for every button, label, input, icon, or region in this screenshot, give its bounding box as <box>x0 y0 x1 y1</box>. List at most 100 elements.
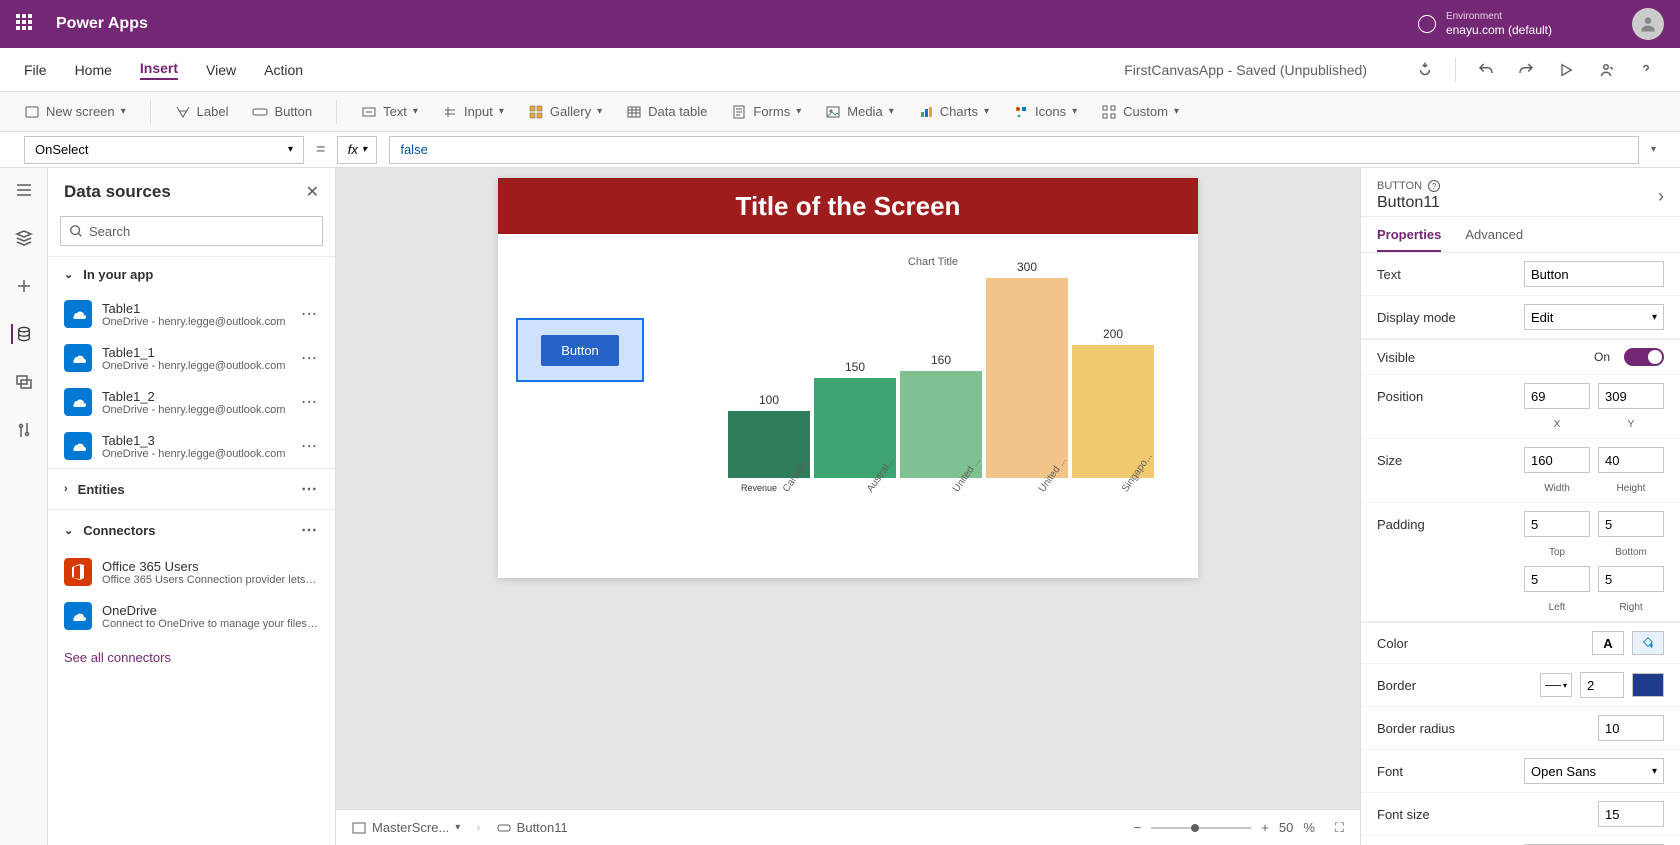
close-icon[interactable]: ✕ <box>306 182 319 202</box>
chevron-right-icon: › <box>64 483 68 495</box>
prop-position-label: Position <box>1377 389 1516 404</box>
onedrive-icon <box>64 344 92 372</box>
more-icon[interactable]: ⋯ <box>301 348 319 368</box>
design-canvas[interactable]: Title of the Screen Button Chart Title R… <box>498 178 1198 578</box>
font-select[interactable]: Open Sans▾ <box>1524 758 1664 784</box>
button-button[interactable]: Button <box>252 104 312 120</box>
formula-input[interactable]: false <box>389 136 1639 164</box>
border-width-input[interactable] <box>1580 672 1624 698</box>
connector-onedrive[interactable]: OneDriveConnect to OneDrive to manage yo… <box>48 594 335 638</box>
bar-chart[interactable]: Chart Title Revenue 100Canada150Austral.… <box>698 256 1168 546</box>
tab-advanced[interactable]: Advanced <box>1465 217 1523 252</box>
forms-button[interactable]: Forms▾ <box>731 104 801 120</box>
panel-expand-icon[interactable]: › <box>1658 186 1664 207</box>
help-icon[interactable]: ? <box>1428 180 1440 192</box>
prop-pos-x[interactable] <box>1524 383 1590 409</box>
formula-expand-icon[interactable]: ▾ <box>1651 144 1656 155</box>
gallery-button[interactable]: Gallery▾ <box>528 104 602 120</box>
play-icon[interactable] <box>1556 60 1576 80</box>
tab-properties[interactable]: Properties <box>1377 217 1441 252</box>
breadcrumb-control[interactable]: Button11 <box>497 820 568 835</box>
more-icon[interactable]: ⋯ <box>301 392 319 412</box>
more-icon[interactable]: ⋯ <box>301 304 319 324</box>
prop-size-w[interactable] <box>1524 447 1590 473</box>
prop-pad-t[interactable] <box>1524 511 1590 537</box>
zoom-out-icon[interactable]: − <box>1134 820 1142 835</box>
menu-file[interactable]: File <box>24 62 47 78</box>
chart-bar: 100Canada <box>728 393 810 514</box>
zoom-in-icon[interactable]: + <box>1261 820 1269 835</box>
prop-pad-r[interactable] <box>1598 566 1664 592</box>
breadcrumb-screen[interactable]: MasterScre...▾ <box>352 820 460 835</box>
tree-view-icon[interactable] <box>14 180 34 200</box>
user-avatar[interactable] <box>1632 8 1664 40</box>
menu-action[interactable]: Action <box>264 62 303 78</box>
insert-icon[interactable] <box>14 228 34 248</box>
font-color-button[interactable]: A <box>1592 631 1624 655</box>
app-name: Power Apps <box>56 15 148 33</box>
menu-view[interactable]: View <box>206 62 236 78</box>
input-button[interactable]: Input▾ <box>442 104 504 120</box>
prop-size-h[interactable] <box>1598 447 1664 473</box>
onedrive-icon <box>64 432 92 460</box>
see-all-connectors[interactable]: See all connectors <box>48 638 335 677</box>
section-connectors[interactable]: ⌄ Connectors ⋯ <box>48 509 335 550</box>
custom-button[interactable]: Custom▾ <box>1101 104 1179 120</box>
data-sources-icon[interactable] <box>11 324 31 344</box>
menu-insert[interactable]: Insert <box>140 60 178 80</box>
connector-office365[interactable]: Office 365 UsersOffice 365 Users Connect… <box>48 550 335 594</box>
prop-pad-l[interactable] <box>1524 566 1590 592</box>
prop-text-input[interactable] <box>1524 261 1664 287</box>
media-pane-icon[interactable] <box>14 372 34 392</box>
section-in-your-app[interactable]: ⌄ In your app <box>48 256 335 292</box>
environment-picker[interactable]: Environment enayu.com (default) <box>1418 11 1552 37</box>
fontsize-input[interactable] <box>1598 801 1664 827</box>
advanced-tools-icon[interactable] <box>14 420 34 440</box>
more-icon[interactable]: ⋯ <box>301 479 319 499</box>
more-icon[interactable]: ⋯ <box>301 436 319 456</box>
undo-icon[interactable] <box>1476 60 1496 80</box>
selected-button-control[interactable]: Button <box>516 318 644 382</box>
border-color-swatch[interactable] <box>1632 673 1664 697</box>
app-header: Power Apps Environment enayu.com (defaul… <box>0 0 1680 48</box>
fill-color-button[interactable] <box>1632 631 1664 655</box>
prop-pos-y[interactable] <box>1598 383 1664 409</box>
datatable-button[interactable]: Data table <box>626 104 707 120</box>
add-data-icon[interactable] <box>14 276 34 296</box>
new-screen-button[interactable]: New screen▾ <box>24 104 126 120</box>
redo-icon[interactable] <box>1516 60 1536 80</box>
environment-label: Environment <box>1446 11 1552 23</box>
prop-visible-toggle[interactable] <box>1624 348 1664 366</box>
search-input[interactable]: Search <box>60 216 323 246</box>
label-button[interactable]: Label <box>175 104 229 120</box>
equals-label: = <box>316 141 325 159</box>
border-radius-input[interactable] <box>1598 715 1664 741</box>
prop-pad-b[interactable] <box>1598 511 1664 537</box>
prop-displaymode-select[interactable]: Edit▾ <box>1524 304 1664 330</box>
data-item-table1[interactable]: Table1OneDrive - henry.legge@outlook.com… <box>48 292 335 336</box>
data-item-table1-3[interactable]: Table1_3OneDrive - henry.legge@outlook.c… <box>48 424 335 468</box>
border-style-select[interactable]: ▾ <box>1540 673 1572 697</box>
menubar: File Home Insert View Action FirstCanvas… <box>0 48 1680 92</box>
app-launcher-icon[interactable] <box>16 14 36 34</box>
text-button[interactable]: Text▾ <box>361 104 418 120</box>
data-item-table1-2[interactable]: Table1_2OneDrive - henry.legge@outlook.c… <box>48 380 335 424</box>
icons-button[interactable]: Icons▾ <box>1013 104 1077 120</box>
menu-home[interactable]: Home <box>75 62 112 78</box>
charts-button[interactable]: Charts▾ <box>918 104 989 120</box>
fit-screen-icon[interactable]: ⛶ <box>1335 820 1344 836</box>
media-button[interactable]: Media▾ <box>825 104 893 120</box>
more-icon[interactable]: ⋯ <box>301 520 319 540</box>
zoom-control[interactable]: − + 50 % ⛶ <box>1134 820 1344 836</box>
screen-title-label: Title of the Screen <box>498 178 1198 234</box>
property-selector[interactable]: OnSelect▾ <box>24 136 304 164</box>
data-item-table1-1[interactable]: Table1_1OneDrive - henry.legge@outlook.c… <box>48 336 335 380</box>
prop-visible-label: Visible <box>1377 350 1586 365</box>
chart-bar: 150Austral... <box>814 360 896 514</box>
section-entities[interactable]: › Entities ⋯ <box>48 468 335 509</box>
fx-button[interactable]: fx▾ <box>337 136 377 164</box>
share-icon[interactable] <box>1596 60 1616 80</box>
help-icon[interactable] <box>1636 60 1656 80</box>
globe-icon <box>1418 15 1436 33</box>
app-checker-icon[interactable] <box>1415 60 1435 80</box>
